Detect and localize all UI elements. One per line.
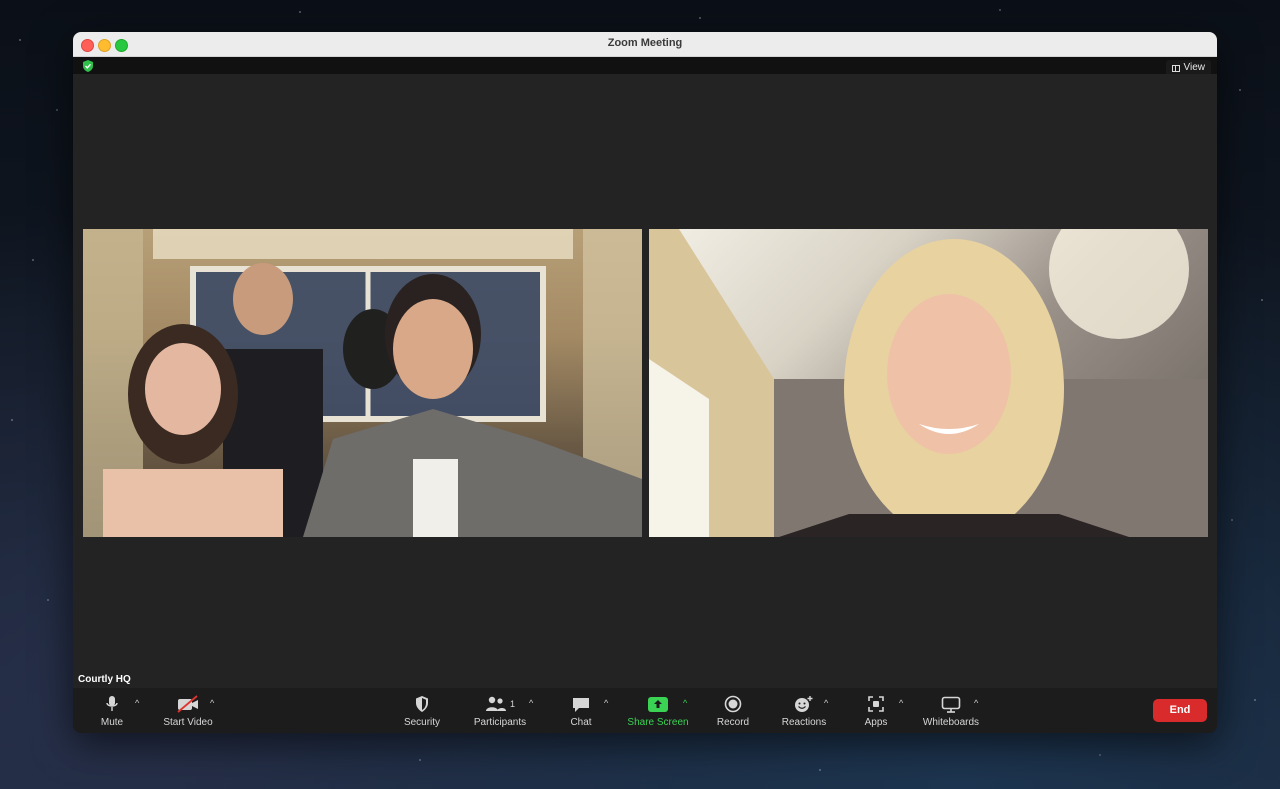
apps-label: Apps [864, 717, 888, 728]
window-title: Zoom Meeting [607, 37, 683, 49]
participants-count: 1 [509, 699, 515, 709]
share-screen-label: Share Screen [627, 717, 689, 728]
reactions-icon [795, 696, 813, 712]
share-options-chevron-up-icon[interactable]: ^ [683, 698, 687, 708]
video-off-icon [177, 695, 198, 713]
whiteboards-options-chevron-up-icon[interactable]: ^ [974, 698, 978, 708]
chat-label: Chat [570, 717, 592, 728]
record-icon [724, 695, 742, 713]
chat-options-chevron-up-icon[interactable]: ^ [604, 698, 608, 708]
end-meeting-button[interactable]: End [1153, 699, 1207, 722]
share-screen-button[interactable]: Share Screen [625, 688, 691, 733]
participants-button[interactable]: 1 Participants [470, 688, 530, 733]
record-label: Record [716, 717, 750, 728]
participant-name-label: Courtly HQ [78, 674, 131, 685]
zoom-window: Zoom Meeting View Courtly HQ Mute ^ Star… [73, 32, 1217, 733]
mute-button[interactable]: Mute [95, 688, 129, 733]
apps-icon [868, 696, 884, 712]
apps-options-chevron-up-icon[interactable]: ^ [899, 698, 903, 708]
meeting-top-bar: View [73, 57, 1217, 76]
participants-options-chevron-up-icon[interactable]: ^ [529, 698, 533, 708]
grid-icon [1171, 64, 1180, 72]
reactions-options-chevron-up-icon[interactable]: ^ [824, 698, 828, 708]
video-stage: Courtly HQ [73, 74, 1217, 688]
video-feed-group-image [83, 229, 642, 537]
record-button[interactable]: Record [715, 688, 751, 733]
participants-label: Participants [473, 717, 527, 728]
security-label: Security [403, 717, 441, 728]
apps-button[interactable]: Apps [861, 688, 891, 733]
whiteboards-label: Whiteboards [922, 717, 980, 728]
share-screen-icon [648, 696, 668, 712]
reactions-label: Reactions [781, 717, 827, 728]
video-tile-group[interactable] [83, 229, 642, 537]
video-tile-single[interactable] [649, 229, 1208, 537]
title-bar: Zoom Meeting [73, 32, 1217, 57]
whiteboard-icon [941, 696, 961, 713]
meeting-toolbar: Mute ^ Start Video ^ Security 1 Particip… [73, 688, 1217, 733]
security-button[interactable]: Security [400, 688, 444, 733]
reactions-button[interactable]: Reactions [778, 688, 830, 733]
start-video-label: Start Video [163, 717, 213, 728]
chat-button[interactable]: Chat [567, 688, 595, 733]
start-video-button[interactable]: Start Video [158, 688, 218, 733]
mute-label: Mute [100, 717, 124, 728]
chat-bubble-icon [573, 697, 589, 712]
participants-icon [485, 696, 506, 711]
whiteboards-button[interactable]: Whiteboards [919, 688, 983, 733]
video-options-chevron-up-icon[interactable]: ^ [210, 698, 214, 708]
shield-icon [416, 696, 428, 712]
video-feed-single-image [649, 229, 1208, 537]
mute-options-chevron-up-icon[interactable]: ^ [135, 698, 139, 708]
shield-check-icon[interactable] [81, 59, 95, 73]
microphone-icon [106, 696, 118, 711]
